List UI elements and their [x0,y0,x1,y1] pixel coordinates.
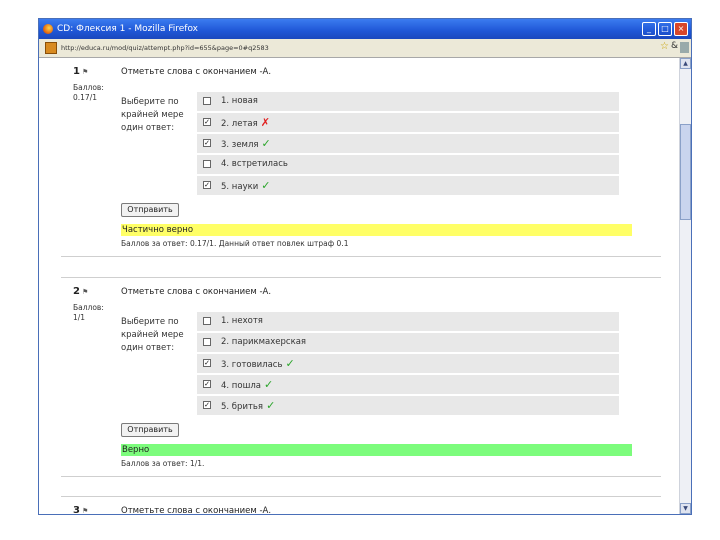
separator [61,496,661,497]
scroll-thumb[interactable] [680,124,691,220]
option-label: 5. бритья ✓ [221,399,276,412]
flag-icon[interactable]: ⚑ [82,68,88,76]
checkbox[interactable]: ✓ [203,139,211,147]
submit-button[interactable]: Отправить [121,423,179,437]
option-label: 1. новая [221,96,258,106]
submit-button[interactable]: Отправить [121,203,179,217]
option-label: 3. земля ✓ [221,137,271,150]
minimize-button[interactable]: _ [642,22,656,36]
maximize-button[interactable]: □ [658,22,672,36]
checkbox[interactable] [203,160,211,168]
checkbox[interactable] [203,338,211,346]
grade-info: Баллов за ответ: 0.17/1. Данный ответ по… [121,239,349,248]
correct-icon: ✓ [285,357,295,370]
answer-option[interactable]: 1. новая [197,92,619,111]
option-label: 4. встретилась [221,159,288,169]
correct-icon: ✓ [261,137,271,150]
question-text: Отметьте слова с окончанием -А. [121,287,272,297]
correct-icon: ✓ [266,399,276,412]
resize-icon [680,42,689,53]
url-field[interactable]: http://educa.ru/mod/quiz/attempt.php?id=… [61,42,661,55]
firefox-icon [43,24,53,34]
question-number: 3 ⚑ [73,505,89,514]
grade-info: Баллов за ответ: 1/1. [121,459,205,468]
question-number: 2 ⚑ [73,286,89,297]
answer-options: 1. новая ✓ 2. летая ✗ ✓ 3. земля ✓ 4. встр… [197,92,619,197]
vertical-scrollbar[interactable]: ▲ ▼ [679,58,691,514]
question-text: Отметьте слова с окончанием -А. [121,506,272,514]
feedback-correct: Верно [121,444,632,456]
answer-options: 1. нехотя 2. парикмахерская ✓ 3. готовил… [197,312,619,417]
checkbox[interactable] [203,97,211,105]
checkbox[interactable]: ✓ [203,401,211,409]
separator [61,476,661,477]
correct-icon: ✓ [264,378,274,391]
answer-option[interactable]: 4. встретилась [197,155,619,174]
checkbox[interactable] [203,317,211,325]
separator [61,256,661,257]
feedback-partial: Частично верно [121,224,632,236]
answer-option[interactable]: ✓ 5. бритья ✓ [197,396,619,415]
ampersand-icon[interactable]: & [671,41,678,51]
site-icon [45,42,57,54]
answer-option[interactable]: ✓ 5. науки ✓ [197,176,619,195]
answer-option[interactable]: 1. нехотя [197,312,619,331]
wrong-icon: ✗ [260,116,270,129]
flag-icon[interactable]: ⚑ [82,507,88,514]
correct-icon: ✓ [261,179,271,192]
window-title: CD: Флексия 1 - Mozilla Firefox [57,24,199,34]
question-prompt: Выберите по крайней мере один ответ: [121,317,184,353]
close-button[interactable]: × [674,22,688,36]
question-text: Отметьте слова с окончанием -А. [121,67,272,77]
checkbox[interactable]: ✓ [203,359,211,367]
question-prompt: Выберите по крайней мере один ответ: [121,97,184,133]
bookmark-star-icon[interactable]: ☆ [660,41,669,52]
title-bar: CD: Флексия 1 - Mozilla Firefox _ □ × [39,19,691,39]
scroll-up-arrow-icon[interactable]: ▲ [680,58,691,69]
checkbox[interactable]: ✓ [203,380,211,388]
answer-option[interactable]: ✓ 2. летая ✗ [197,113,619,132]
option-label: 4. пошла ✓ [221,378,274,391]
answer-option[interactable]: 2. парикмахерская [197,333,619,352]
question-number: 1 ⚑ [73,66,89,77]
checkbox[interactable]: ✓ [203,118,211,126]
answer-option[interactable]: ✓ 3. готовилась ✓ [197,354,619,373]
scroll-down-arrow-icon[interactable]: ▼ [680,503,691,514]
option-label: 3. готовилась ✓ [221,357,295,370]
option-label: 2. летая ✗ [221,116,270,129]
answer-option[interactable]: ✓ 4. пошла ✓ [197,375,619,394]
browser-window: CD: Флексия 1 - Mozilla Firefox _ □ × ht… [38,18,692,515]
question-score: Баллов: 1/1 [73,303,104,322]
address-bar: http://educa.ru/mod/quiz/attempt.php?id=… [39,39,691,58]
option-label: 2. парикмахерская [221,337,307,347]
question-score: Баллов: 0.17/1 [73,83,104,102]
option-label: 1. нехотя [221,316,263,326]
flag-icon[interactable]: ⚑ [82,288,88,296]
answer-option[interactable]: ✓ 3. земля ✓ [197,134,619,153]
option-label: 5. науки ✓ [221,179,271,192]
page-content: 1 ⚑ Баллов: 0.17/1 Отметьте слова с оконч… [39,58,679,514]
separator [61,277,661,278]
checkbox[interactable]: ✓ [203,181,211,189]
